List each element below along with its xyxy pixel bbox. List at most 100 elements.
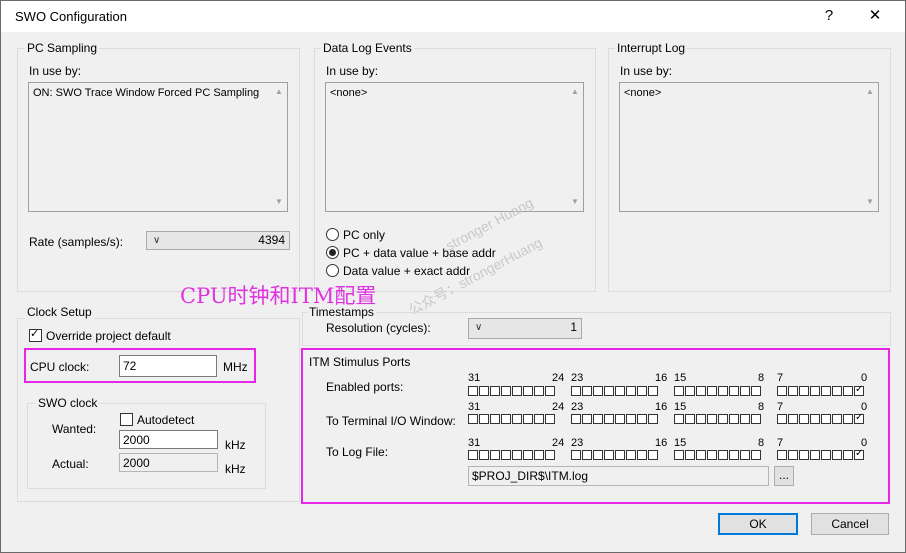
itm-port-checkbox[interactable]	[545, 414, 555, 424]
itm-port-checkbox[interactable]	[571, 386, 581, 396]
itm-port-checkbox[interactable]	[637, 414, 647, 424]
itm-port-checkbox[interactable]	[674, 386, 684, 396]
itm-port-checkbox[interactable]	[696, 414, 706, 424]
autodetect-checkbox[interactable]: Autodetect	[120, 413, 194, 427]
itm-port-checkbox[interactable]	[523, 386, 533, 396]
itm-port-checkbox[interactable]	[777, 450, 787, 460]
itm-port-checkbox[interactable]	[810, 414, 820, 424]
override-checkbox[interactable]: Override project default	[29, 327, 171, 343]
cancel-button[interactable]: Cancel	[811, 513, 889, 535]
data-log-scrollbar[interactable]: ▲ ▼	[567, 83, 583, 211]
itm-port-checkbox[interactable]	[832, 386, 842, 396]
itm-port-checkbox[interactable]	[512, 386, 522, 396]
itm-port-checkbox[interactable]	[729, 450, 739, 460]
itm-port-checkbox[interactable]	[821, 386, 831, 396]
itm-port-checkbox[interactable]	[751, 414, 761, 424]
itm-port-checkbox[interactable]	[788, 414, 798, 424]
itm-port-checkbox[interactable]	[571, 414, 581, 424]
itm-port-checkbox[interactable]	[696, 386, 706, 396]
itm-port-checkbox[interactable]	[615, 386, 625, 396]
itm-port-checkbox[interactable]	[751, 386, 761, 396]
scroll-up-icon[interactable]: ▲	[271, 85, 287, 99]
itm-port-checkbox[interactable]	[534, 386, 544, 396]
itm-port-checkbox[interactable]	[729, 386, 739, 396]
itm-port-checkbox[interactable]	[512, 414, 522, 424]
itm-port-checkbox[interactable]	[648, 414, 658, 424]
rate-combo[interactable]: ∨ 4394	[146, 231, 290, 250]
itm-port-checkbox[interactable]	[696, 450, 706, 460]
itm-port-checkbox[interactable]	[637, 386, 647, 396]
interrupt-log-in-use-list[interactable]: <none> ▲ ▼	[619, 82, 879, 212]
itm-port-checkbox[interactable]	[545, 450, 555, 460]
interrupt-log-scrollbar[interactable]: ▲ ▼	[862, 83, 878, 211]
itm-port-checkbox[interactable]	[821, 414, 831, 424]
itm-port-checkbox[interactable]	[810, 386, 820, 396]
itm-port-checkbox[interactable]	[534, 414, 544, 424]
itm-port-checkbox[interactable]	[582, 414, 592, 424]
itm-port-checkbox[interactable]	[523, 414, 533, 424]
itm-port-checkbox[interactable]	[604, 414, 614, 424]
itm-port-checkbox[interactable]	[626, 386, 636, 396]
itm-port-checkbox[interactable]	[843, 414, 853, 424]
itm-port-checkbox[interactable]	[718, 414, 728, 424]
itm-port-checkbox[interactable]	[707, 450, 717, 460]
itm-port-checkbox[interactable]	[648, 450, 658, 460]
itm-port-checkbox[interactable]	[832, 414, 842, 424]
itm-port-checkbox[interactable]	[718, 386, 728, 396]
itm-port-checkbox[interactable]	[479, 414, 489, 424]
wanted-input[interactable]	[119, 430, 218, 449]
itm-port-checkbox[interactable]	[843, 386, 853, 396]
itm-port-checkbox[interactable]	[468, 414, 478, 424]
itm-port-checkbox[interactable]	[512, 450, 522, 460]
itm-port-checkbox[interactable]	[740, 450, 750, 460]
itm-port-checkbox[interactable]	[626, 414, 636, 424]
itm-port-checkbox[interactable]	[479, 450, 489, 460]
itm-port-checkbox[interactable]	[707, 386, 717, 396]
close-button[interactable]: ✕	[853, 3, 897, 29]
itm-port-checkbox[interactable]	[810, 450, 820, 460]
scroll-down-icon[interactable]: ▼	[567, 195, 583, 209]
itm-port-checkbox[interactable]	[832, 450, 842, 460]
itm-port-checkbox[interactable]	[626, 450, 636, 460]
itm-port-checkbox[interactable]	[648, 386, 658, 396]
itm-port-checkbox[interactable]	[674, 450, 684, 460]
scroll-down-icon[interactable]: ▼	[271, 195, 287, 209]
itm-port-checkbox[interactable]	[604, 450, 614, 460]
itm-port-checkbox[interactable]	[788, 386, 798, 396]
itm-port-checkbox[interactable]	[582, 450, 592, 460]
itm-port-checkbox[interactable]	[490, 450, 500, 460]
itm-port-checkbox[interactable]	[479, 386, 489, 396]
itm-port-checkbox[interactable]	[799, 414, 809, 424]
itm-port-checkbox[interactable]	[571, 450, 581, 460]
itm-port-checkbox[interactable]	[490, 414, 500, 424]
itm-port-checkbox[interactable]	[821, 450, 831, 460]
pc-sampling-in-use-list[interactable]: ON: SWO Trace Window Forced PC Sampling …	[28, 82, 288, 212]
itm-port-checkbox[interactable]	[854, 384, 864, 396]
itm-port-checkbox[interactable]	[718, 450, 728, 460]
help-button[interactable]: ?	[807, 3, 851, 29]
itm-port-checkbox[interactable]	[729, 414, 739, 424]
itm-port-checkbox[interactable]	[468, 450, 478, 460]
itm-port-checkbox[interactable]	[523, 450, 533, 460]
itm-port-checkbox[interactable]	[685, 414, 695, 424]
itm-port-checkbox[interactable]	[707, 414, 717, 424]
itm-port-checkbox[interactable]	[615, 450, 625, 460]
ok-button[interactable]: OK	[718, 513, 798, 535]
data-log-in-use-list[interactable]: <none> ▲ ▼	[325, 82, 584, 212]
itm-port-checkbox[interactable]	[593, 386, 603, 396]
itm-port-checkbox[interactable]	[615, 414, 625, 424]
itm-port-checkbox[interactable]	[674, 414, 684, 424]
itm-port-checkbox[interactable]	[854, 412, 864, 424]
itm-port-checkbox[interactable]	[490, 386, 500, 396]
itm-port-checkbox[interactable]	[501, 450, 511, 460]
resolution-combo[interactable]: ∨ 1	[468, 318, 582, 339]
radio-data-exact[interactable]: Data value + exact addr	[326, 264, 470, 278]
itm-port-checkbox[interactable]	[740, 386, 750, 396]
radio-pc-only[interactable]: PC only	[326, 228, 385, 242]
scroll-up-icon[interactable]: ▲	[567, 85, 583, 99]
itm-port-checkbox[interactable]	[777, 414, 787, 424]
browse-button[interactable]: ...	[774, 466, 794, 486]
itm-port-checkbox[interactable]	[685, 386, 695, 396]
itm-port-checkbox[interactable]	[582, 386, 592, 396]
itm-port-checkbox[interactable]	[740, 414, 750, 424]
